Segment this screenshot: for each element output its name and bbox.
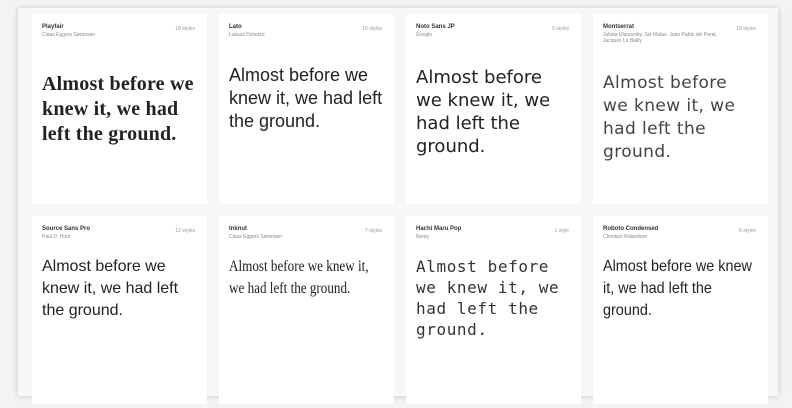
font-designer: Julieta Ulanovsky, Sol Matas, Juan Pablo… [603, 32, 717, 44]
font-card-hachi-maru-pop[interactable]: Hachi Maru Pop Nonty 1 style Almost befo… [406, 216, 581, 404]
font-sample-text: Almost before we knew it, we had left th… [229, 258, 369, 297]
style-count: 6 styles [739, 228, 756, 234]
font-card-inknut[interactable]: Inknut Claus Eggers Sørensen 7 styles Al… [219, 216, 394, 404]
style-count: 10 styles [362, 26, 382, 32]
font-name[interactable]: Playfair [42, 24, 197, 31]
font-sample-text: Almost before we knew it, we had left th… [416, 257, 560, 339]
font-card-noto-sans-jp[interactable]: Noto Sans JP Google 9 styles Almost befo… [406, 14, 581, 204]
style-count: 1 style [554, 228, 569, 234]
font-name[interactable]: Hachi Maru Pop [416, 226, 571, 233]
font-card-playfair[interactable]: Playfair Claus Eggers Sørensen 18 styles… [32, 14, 207, 204]
font-card-source-sans-pro[interactable]: Source Sans Pro Paul D. Hunt 12 styles A… [32, 216, 207, 404]
style-count: 18 styles [736, 26, 756, 32]
font-sample-text: Almost before we knew it, we had left th… [42, 73, 194, 145]
font-designer: Paul D. Hunt [42, 234, 71, 240]
font-name[interactable]: Roboto Condensed [603, 226, 758, 233]
font-sample-text: Almost before we knew it, we had left th… [603, 258, 752, 319]
font-sample-text: Almost before we knew it, we had left th… [229, 65, 383, 131]
font-sample-text: Almost before we knew it, we had left th… [603, 73, 736, 162]
font-designer: Christian Robertson [603, 234, 648, 240]
font-name[interactable]: Lato [229, 24, 384, 31]
font-designer: Claus Eggers Sørensen [229, 234, 283, 240]
font-designer: Łukasz Dziedzic [229, 32, 266, 38]
font-designer: Nonty [416, 234, 430, 240]
style-count: 12 styles [175, 228, 195, 234]
font-catalog-sheet: Playfair Claus Eggers Sørensen 18 styles… [18, 8, 778, 404]
font-name[interactable]: Montserrat [603, 24, 758, 31]
font-card-roboto-condensed[interactable]: Roboto Condensed Christian Robertson 6 s… [593, 216, 768, 404]
font-name[interactable]: Noto Sans JP [416, 24, 571, 31]
style-count: 9 styles [552, 26, 569, 32]
font-sample-text: Almost before we knew it, we had left th… [42, 258, 179, 319]
font-name[interactable]: Inknut [229, 226, 384, 233]
font-designer: Google [416, 32, 433, 38]
font-name[interactable]: Source Sans Pro [42, 226, 197, 233]
font-designer: Claus Eggers Sørensen [42, 32, 96, 38]
style-count: 18 styles [175, 26, 195, 32]
font-sample-text: Almost before we knew it, we had left th… [416, 67, 551, 157]
font-card-montserrat[interactable]: Montserrat Julieta Ulanovsky, Sol Matas,… [593, 14, 768, 204]
font-card-grid: Playfair Claus Eggers Sørensen 18 styles… [32, 14, 768, 404]
style-count: 7 styles [365, 228, 382, 234]
font-card-lato[interactable]: Lato Łukasz Dziedzic 10 styles Almost be… [219, 14, 394, 204]
